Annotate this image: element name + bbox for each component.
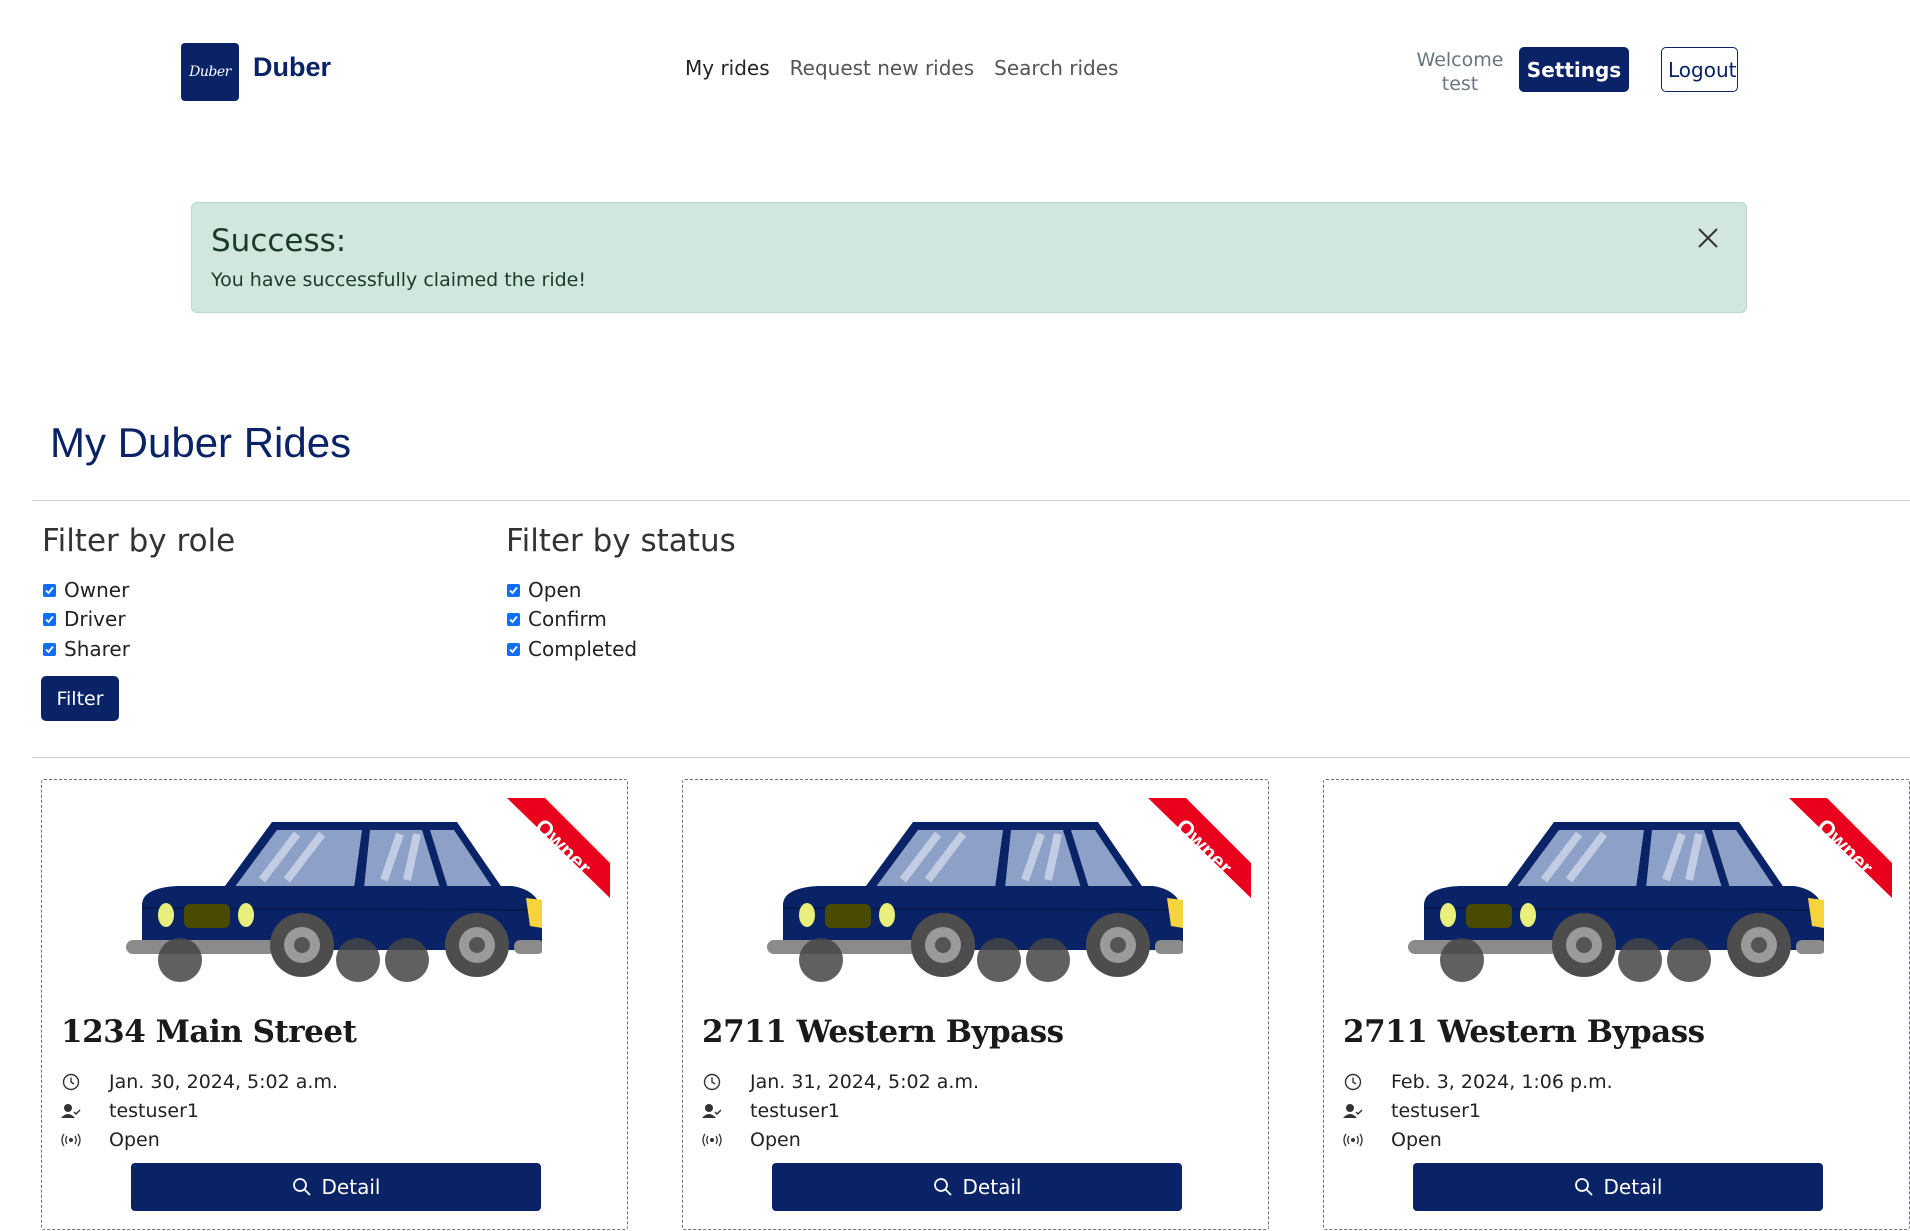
checkbox-label: Open <box>528 578 582 602</box>
detail-label: Detail <box>1603 1175 1663 1199</box>
alert-title: Success: <box>211 223 347 259</box>
checkbox-sharer[interactable]: Sharer <box>43 637 130 661</box>
checkbox-label: Confirm <box>528 607 607 631</box>
divider <box>32 500 1910 501</box>
main-nav: My rides Request new rides Search rides <box>685 56 1118 80</box>
checkbox-driver[interactable]: Driver <box>43 607 126 631</box>
ride-owner-row: testuser1 <box>702 1100 840 1122</box>
checkbox-checked-icon[interactable] <box>507 612 520 626</box>
checkbox-open[interactable]: Open <box>507 578 581 602</box>
checkbox-owner[interactable]: Owner <box>43 578 129 602</box>
settings-button[interactable]: Settings <box>1519 47 1629 92</box>
success-alert: Success: You have successfully claimed t… <box>191 202 1747 313</box>
ride-status-row: Open <box>702 1129 801 1151</box>
broadcast-icon <box>1343 1130 1363 1150</box>
checkbox-label: Sharer <box>64 637 130 661</box>
ride-owner: testuser1 <box>1391 1100 1482 1122</box>
detail-button[interactable]: Detail <box>772 1163 1182 1211</box>
ride-status-row: Open <box>61 1129 160 1151</box>
ride-owner-row: testuser1 <box>1343 1100 1481 1122</box>
filter-button[interactable]: Filter <box>41 676 119 721</box>
detail-label: Detail <box>962 1175 1022 1199</box>
user-check-icon <box>702 1101 722 1121</box>
ride-card: Owner 2711 Western Bypass Feb. 3, 2024, … <box>1323 779 1910 1230</box>
search-icon <box>1574 1178 1593 1196</box>
ride-status: Open <box>1391 1129 1442 1151</box>
nav-my-rides[interactable]: My rides <box>685 56 770 80</box>
owner-ribbon: Owner <box>1148 798 1251 898</box>
brand-name[interactable]: Duber <box>253 52 331 83</box>
ride-status-row: Open <box>1343 1129 1442 1151</box>
owner-ribbon: Owner <box>507 798 610 898</box>
nav-search-rides[interactable]: Search rides <box>994 56 1118 80</box>
checkbox-checked-icon[interactable] <box>507 642 520 656</box>
logo-text: Duber <box>189 64 231 80</box>
checkbox-checked-icon[interactable] <box>43 583 56 597</box>
welcome-label: Welcome <box>1416 49 1504 71</box>
detail-button[interactable]: Detail <box>131 1163 541 1211</box>
ride-card: Owner 1234 Main Street Jan. 30, 2024, 5:… <box>41 779 628 1230</box>
username: test <box>1441 73 1479 95</box>
checkbox-label: Owner <box>64 578 130 602</box>
car-image <box>767 822 1183 982</box>
nav-request-new-rides[interactable]: Request new rides <box>790 56 975 80</box>
broadcast-icon <box>702 1130 722 1150</box>
page-title: My Duber Rides <box>50 419 352 466</box>
ride-destination: 1234 Main Street <box>61 1014 357 1050</box>
search-icon <box>292 1178 311 1196</box>
logout-button[interactable]: Logout <box>1661 47 1738 92</box>
ride-time: Jan. 30, 2024, 5:02 a.m. <box>109 1071 338 1093</box>
ride-status: Open <box>109 1129 160 1151</box>
ride-destination: 2711 Western Bypass <box>1343 1014 1705 1050</box>
owner-ribbon: Owner <box>1789 798 1892 898</box>
ride-time-row: Jan. 30, 2024, 5:02 a.m. <box>61 1071 338 1093</box>
ride-owner-row: testuser1 <box>61 1100 199 1122</box>
ride-time: Feb. 3, 2024, 1:06 p.m. <box>1391 1071 1613 1093</box>
user-check-icon <box>1343 1101 1363 1121</box>
checkbox-checked-icon[interactable] <box>43 642 56 656</box>
checkbox-checked-icon[interactable] <box>507 583 520 597</box>
ride-destination: 2711 Western Bypass <box>702 1014 1064 1050</box>
ride-status: Open <box>750 1129 801 1151</box>
filter-role-title: Filter by role <box>42 523 236 559</box>
search-icon <box>933 1178 952 1196</box>
logo[interactable]: Duber <box>181 43 239 101</box>
ride-owner: testuser1 <box>750 1100 841 1122</box>
checkbox-checked-icon[interactable] <box>43 612 56 626</box>
close-icon[interactable] <box>1695 225 1721 251</box>
ride-time-row: Jan. 31, 2024, 5:02 a.m. <box>702 1071 979 1093</box>
checkbox-confirm[interactable]: Confirm <box>507 607 607 631</box>
checkbox-label: Completed <box>528 637 638 661</box>
user-check-icon <box>61 1101 81 1121</box>
ride-time-row: Feb. 3, 2024, 1:06 p.m. <box>1343 1071 1613 1093</box>
detail-label: Detail <box>321 1175 381 1199</box>
checkbox-completed[interactable]: Completed <box>507 637 637 661</box>
broadcast-icon <box>61 1130 81 1150</box>
clock-icon <box>1343 1072 1363 1092</box>
car-image <box>1408 822 1824 982</box>
ride-owner: testuser1 <box>109 1100 200 1122</box>
clock-icon <box>702 1072 722 1092</box>
checkbox-label: Driver <box>64 607 126 631</box>
welcome-text: Welcome test <box>1410 48 1510 96</box>
ride-time: Jan. 31, 2024, 5:02 a.m. <box>750 1071 979 1093</box>
ride-card: Owner 2711 Western Bypass Jan. 31, 2024,… <box>682 779 1269 1230</box>
divider <box>32 757 1910 758</box>
alert-message: You have successfully claimed the ride! <box>211 269 586 291</box>
filter-status-title: Filter by status <box>506 523 736 559</box>
car-image <box>126 822 542 982</box>
clock-icon <box>61 1072 81 1092</box>
detail-button[interactable]: Detail <box>1413 1163 1823 1211</box>
